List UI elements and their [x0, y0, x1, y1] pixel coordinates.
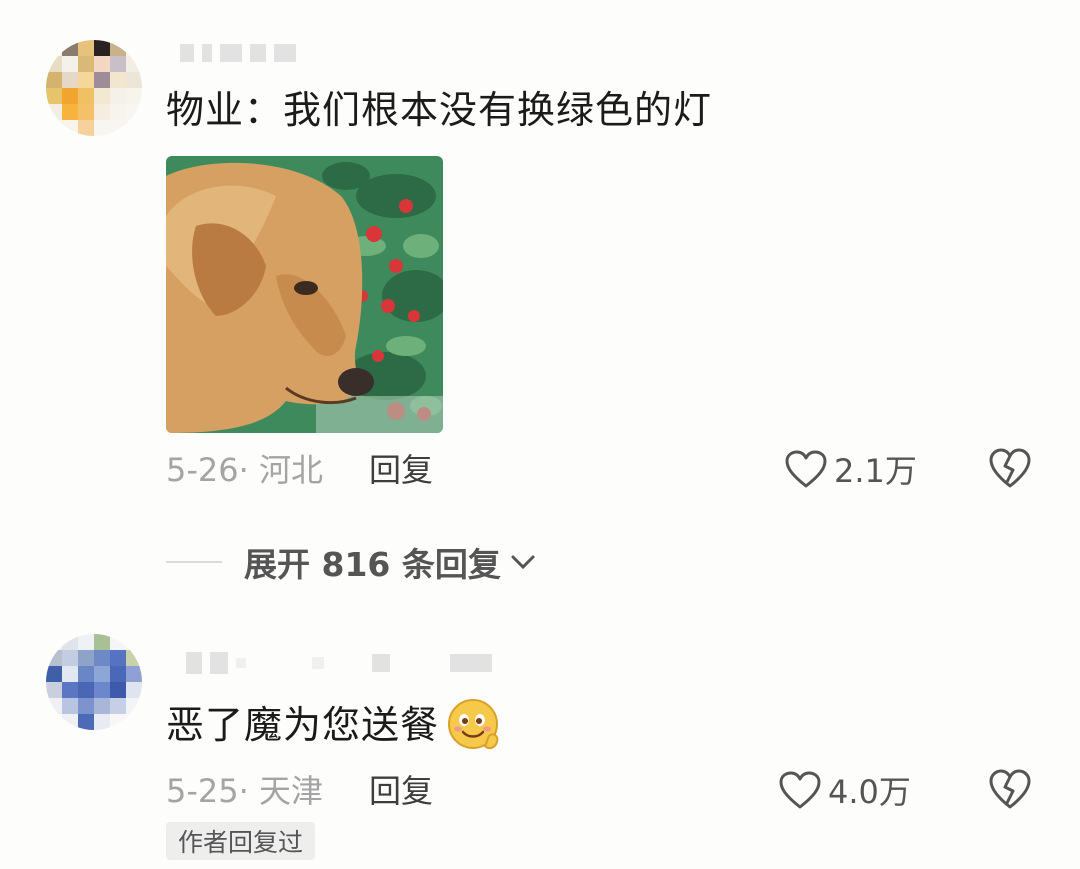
- comment-meta: 5-26· 河北 回复: [166, 446, 433, 490]
- like-count: 2.1万: [834, 452, 917, 490]
- comment-text-content: 恶了魔为您送餐: [166, 703, 440, 747]
- broken-heart-icon[interactable]: [988, 446, 1032, 490]
- broken-heart-icon[interactable]: [988, 767, 1032, 811]
- date-location: 5-25· 天津: [166, 772, 323, 810]
- reply-button[interactable]: 回复: [369, 766, 433, 812]
- divider: [166, 561, 222, 563]
- heart-outline-icon: [785, 450, 827, 488]
- comment-text: 恶了魔为您送餐: [166, 696, 503, 754]
- username[interactable]: [180, 40, 296, 66]
- comment-image[interactable]: [166, 156, 443, 433]
- heart-outline-icon: [779, 771, 821, 809]
- like-button[interactable]: 4.0万: [778, 767, 911, 813]
- expand-replies-label: 展开 816 条回复: [244, 545, 501, 584]
- like-button[interactable]: 2.1万: [784, 446, 917, 492]
- avatar[interactable]: [46, 634, 142, 730]
- author-replied-badge: 作者回复过: [166, 822, 316, 860]
- comment-list: 物业：我们根本没有换绿色的灯 5-26· 河北 回复 2.1万 展开 816 条…: [0, 0, 1080, 869]
- comment-text: 物业：我们根本没有换绿色的灯: [166, 88, 713, 132]
- expand-replies-button[interactable]: 展开 816 条回复: [166, 540, 537, 584]
- dog-photo: [166, 156, 443, 433]
- smiling-face-emoji: [448, 699, 499, 750]
- reply-button[interactable]: 回复: [369, 445, 433, 491]
- date-location: 5-26· 河北: [166, 451, 323, 489]
- chevron-down-icon: [511, 555, 535, 570]
- username[interactable]: [186, 650, 492, 676]
- avatar[interactable]: [46, 40, 142, 136]
- comment-meta: 5-25· 天津 回复: [166, 767, 433, 811]
- like-count: 4.0万: [828, 773, 911, 811]
